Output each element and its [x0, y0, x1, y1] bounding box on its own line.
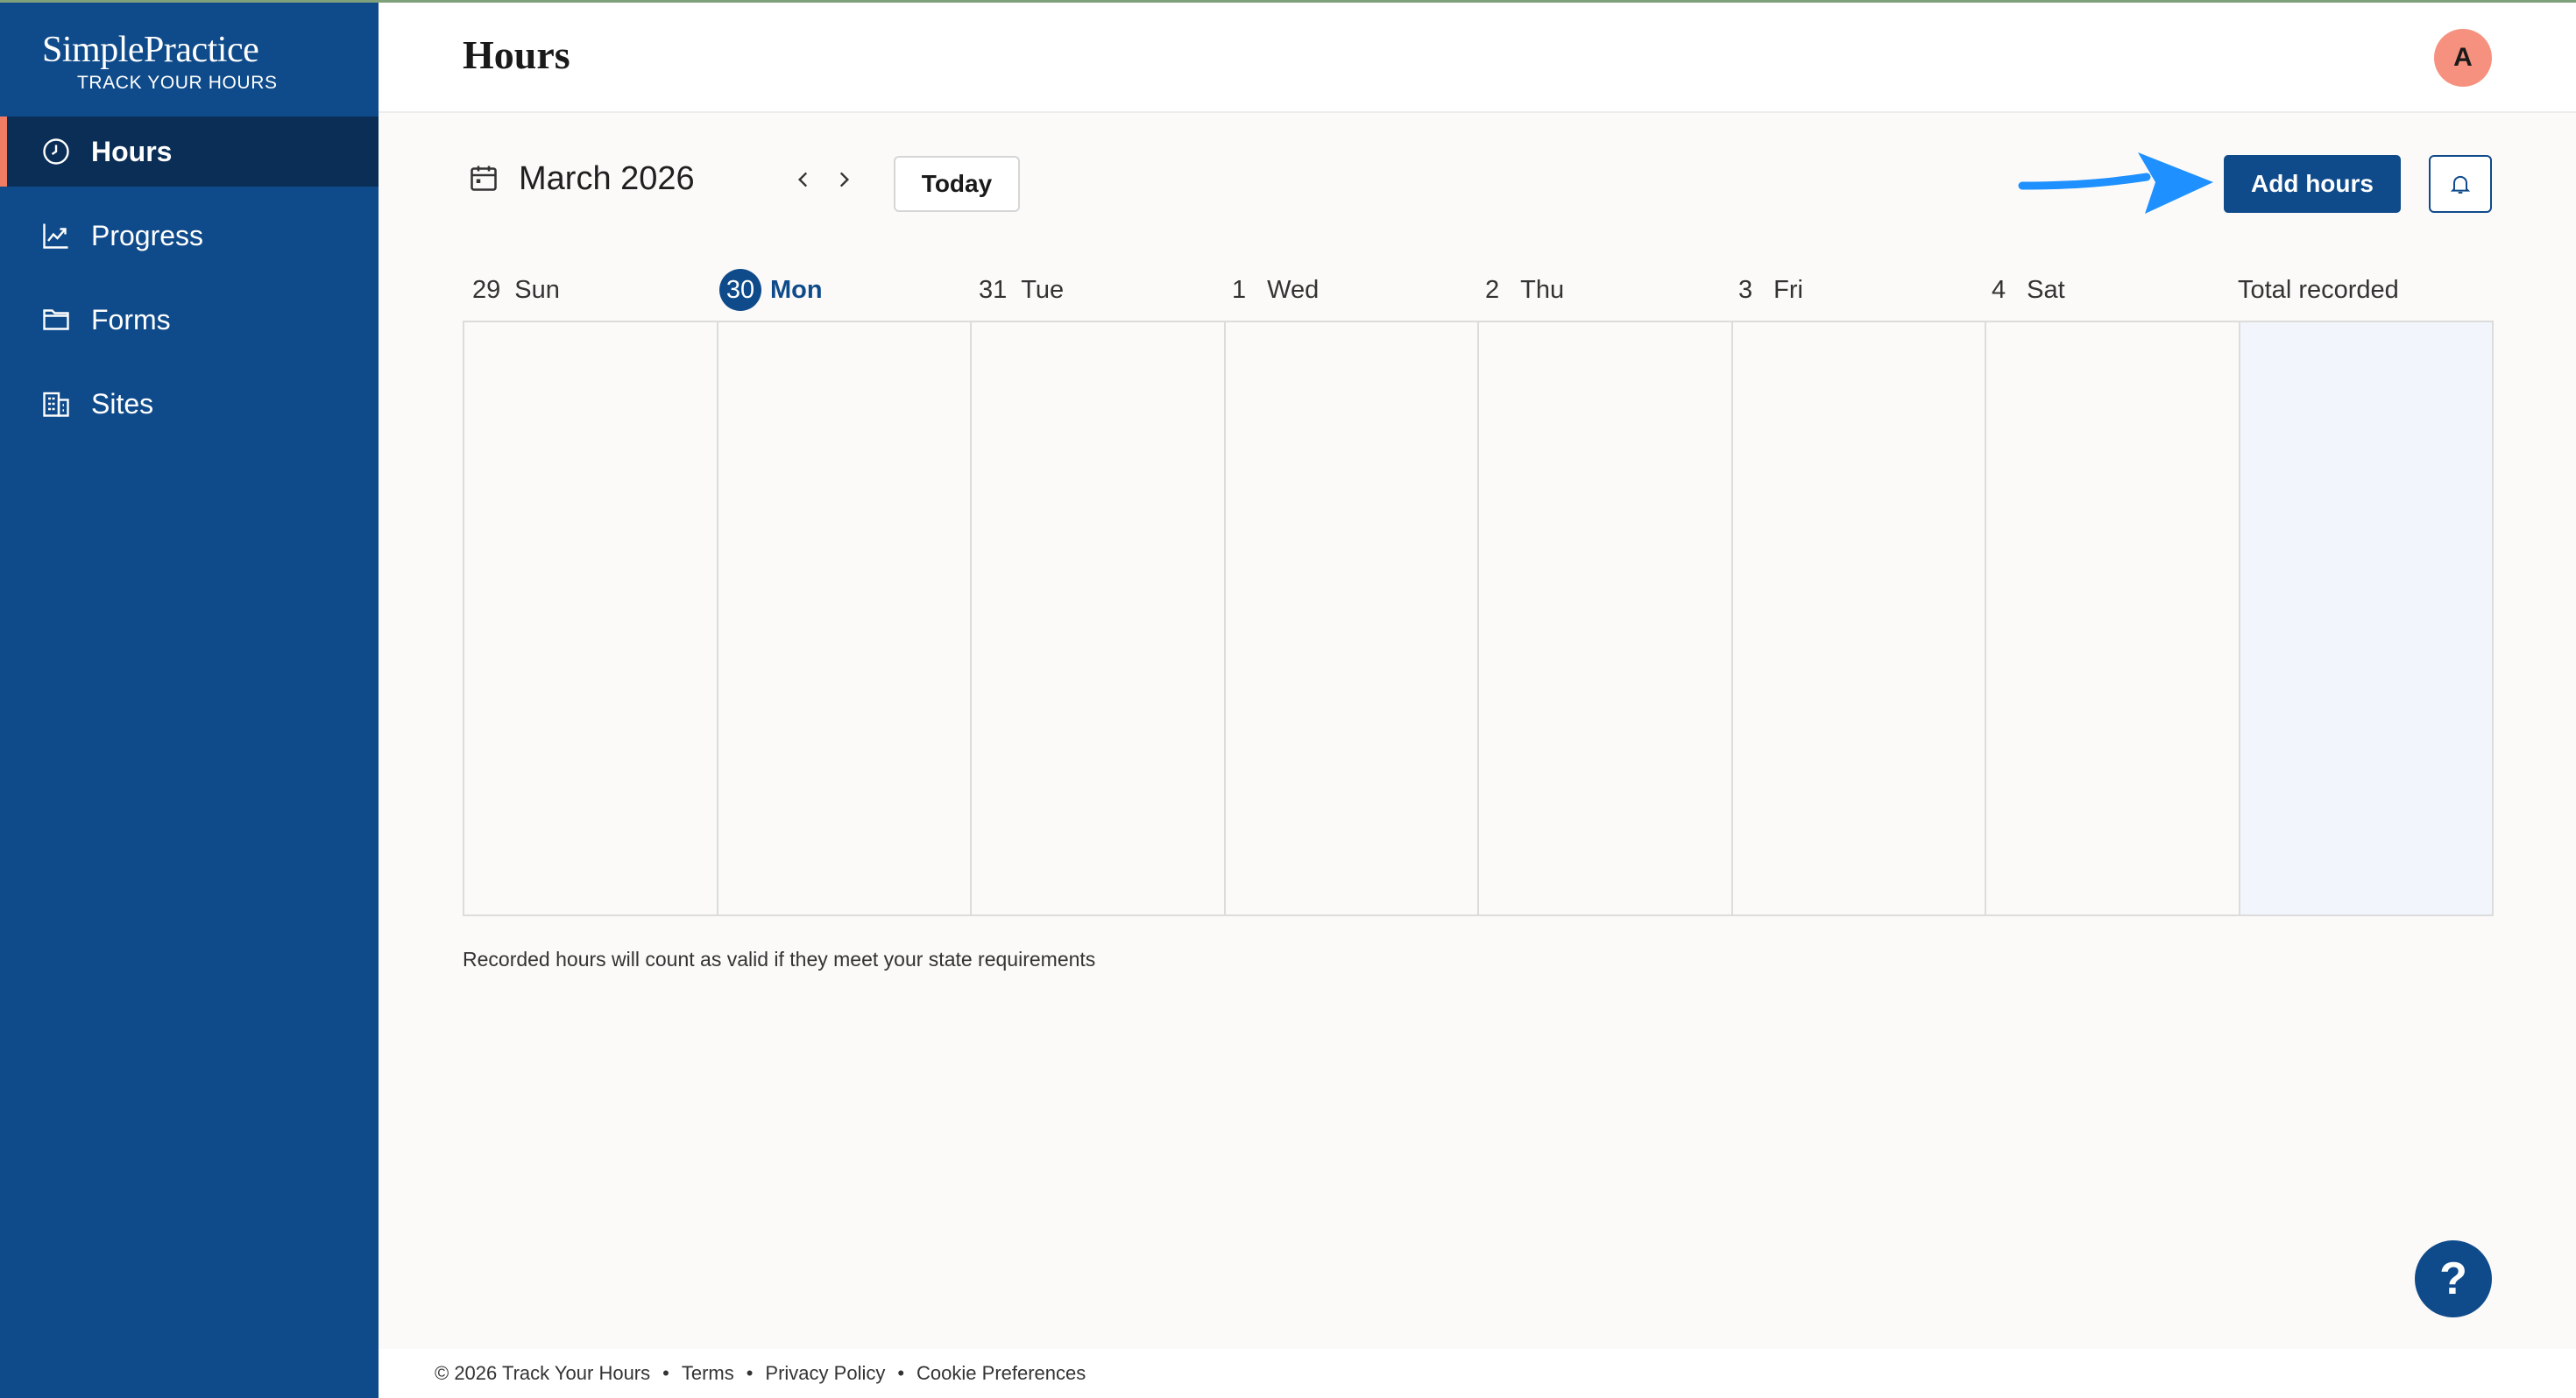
folder-icon — [40, 304, 72, 335]
chevron-right-icon — [839, 172, 850, 187]
annotation-arrow — [2018, 152, 2213, 214]
chart-line-icon — [40, 220, 72, 251]
previous-week-button[interactable] — [790, 166, 817, 193]
day-number: 1 — [1232, 275, 1247, 304]
brand-logo[interactable]: SimplePractice TRACK YOUR HOURS — [42, 28, 278, 95]
day-header-thu[interactable]: 2 Thu — [1476, 265, 1564, 315]
day-name: Sat — [2027, 275, 2065, 304]
footer: © 2026 Track Your Hours • Terms • Privac… — [379, 1349, 2576, 1398]
day-header-fri[interactable]: 3 Fri — [1729, 265, 1803, 315]
privacy-policy-link[interactable]: Privacy Policy — [765, 1362, 885, 1385]
requirements-note: Recorded hours will count as valid if th… — [463, 948, 1096, 971]
calendar-day-headers: 29 Sun 30 Mon 31 Tue 1 Wed 2 Thu 3 Fri 4… — [463, 265, 2492, 315]
footer-separator: • — [662, 1362, 669, 1384]
footer-separator: • — [897, 1362, 905, 1384]
day-column-tue[interactable] — [972, 322, 1226, 914]
day-name: Tue — [1021, 275, 1065, 304]
calendar-icon[interactable] — [468, 162, 499, 194]
top-accent-line — [0, 0, 2576, 3]
day-name: Thu — [1520, 275, 1565, 304]
day-name: Fri — [1773, 275, 1803, 304]
day-number: 3 — [1738, 275, 1753, 304]
total-recorded-column — [2240, 322, 2492, 914]
footer-separator: • — [746, 1362, 754, 1384]
sidebar-item-sites[interactable]: Sites — [0, 369, 379, 439]
sidebar-item-hours[interactable]: Hours — [0, 116, 379, 187]
month-label[interactable]: March 2026 — [519, 160, 695, 198]
page-title: Hours — [463, 32, 570, 77]
brand-subtitle: TRACK YOUR HOURS — [77, 73, 278, 93]
sidebar-item-progress[interactable]: Progress — [0, 201, 379, 271]
day-name: Sun — [514, 275, 560, 304]
terms-link[interactable]: Terms — [682, 1362, 734, 1385]
top-header: Hours A — [379, 0, 2576, 113]
chevron-left-icon — [797, 172, 808, 187]
help-button[interactable]: ? — [2415, 1240, 2492, 1317]
sidebar-item-label: Forms — [91, 303, 171, 335]
day-name: Mon — [770, 275, 823, 304]
day-number: 29 — [472, 275, 501, 304]
day-column-mon[interactable] — [718, 322, 972, 914]
add-hours-button[interactable]: Add hours — [2224, 155, 2401, 213]
day-header-wed[interactable]: 1 Wed — [1222, 265, 1319, 315]
bell-icon — [2450, 175, 2471, 194]
day-header-sun[interactable]: 29 Sun — [463, 265, 560, 315]
day-column-thu[interactable] — [1479, 322, 1733, 914]
day-header-tue[interactable]: 31 Tue — [969, 265, 1064, 315]
day-column-wed[interactable] — [1226, 322, 1479, 914]
day-name: Wed — [1267, 275, 1320, 304]
brand-name: SimplePractice — [42, 30, 259, 70]
building-icon — [40, 388, 72, 420]
today-day-number: 30 — [719, 269, 761, 311]
day-number: 31 — [979, 275, 1008, 304]
sidebar-item-label: Progress — [91, 219, 204, 251]
cookie-preferences-link[interactable]: Cookie Preferences — [916, 1362, 1086, 1385]
sidebar: SimplePractice TRACK YOUR HOURS Hours Pr… — [0, 0, 379, 1398]
avatar[interactable]: A — [2434, 29, 2492, 87]
day-header-mon-today[interactable]: 30 Mon — [716, 265, 823, 315]
notifications-button[interactable] — [2429, 155, 2492, 213]
next-week-button[interactable] — [831, 166, 857, 193]
day-column-sat[interactable] — [1986, 322, 2240, 914]
copyright-text: © 2026 Track Your Hours — [435, 1362, 651, 1384]
day-number: 4 — [1992, 275, 2006, 304]
calendar-week-grid — [463, 321, 2494, 916]
sidebar-item-label: Hours — [91, 135, 173, 167]
day-column-fri[interactable] — [1733, 322, 1986, 914]
day-header-sat[interactable]: 4 Sat — [1982, 265, 2065, 315]
day-number: 2 — [1485, 275, 1500, 304]
sidebar-nav: Hours Progress Forms Sites — [0, 116, 379, 453]
day-column-sun[interactable] — [464, 322, 718, 914]
today-button[interactable]: Today — [894, 156, 1020, 212]
clock-icon — [40, 136, 72, 167]
sidebar-item-forms[interactable]: Forms — [0, 285, 379, 355]
sidebar-item-label: Sites — [91, 387, 154, 420]
total-recorded-header: Total recorded — [2238, 275, 2399, 304]
